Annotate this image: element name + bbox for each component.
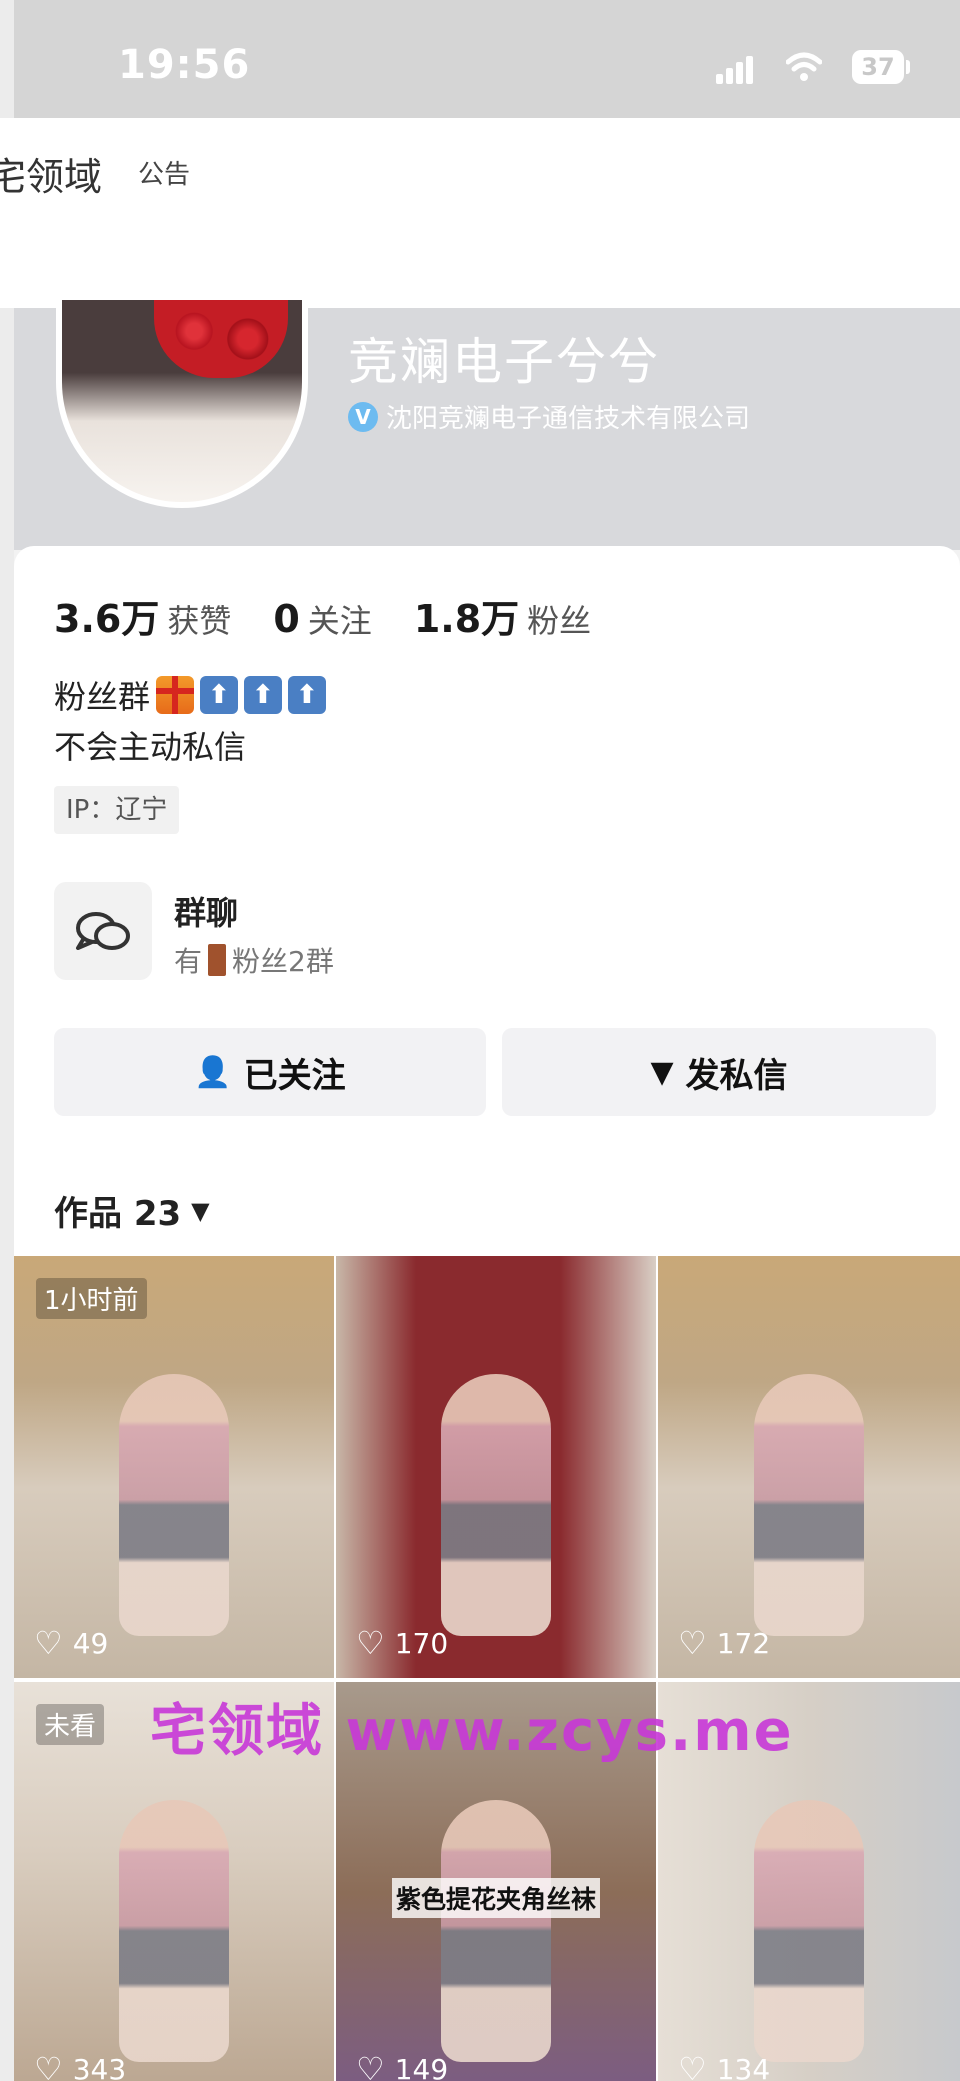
works-tab[interactable]: 作品 23 ▼ [54,1186,210,1235]
following-label: 关注 [307,602,372,640]
top-bar [0,118,960,308]
gift-icon [156,676,195,714]
profile-name: 竞斓电子兮兮 [348,333,660,391]
left-edge [0,0,14,2081]
like-value: 149 [394,2052,449,2081]
signal-icon [716,54,754,84]
group-prefix: 有 [174,945,203,978]
company-name[interactable]: 沈阳竞斓电子通信技术有限公司 [386,398,750,435]
stats-row: 3.6万 获赞 0 关注 1.8万 粉丝 [54,588,633,643]
tile-figure [754,1374,864,1636]
status-time: 19:56 [118,42,251,88]
bio-line-2: 不会主动私信 [54,728,247,766]
like-value: 134 [716,2052,771,2081]
message-button[interactable]: ▼ 发私信 [502,1028,936,1116]
fans-group-text: 粉丝群 [54,678,151,716]
works-label: 作品 23 [54,1194,182,1234]
tile-caption: 紫色提花夹角丝袜 [391,1878,601,1918]
tile-figure [119,1374,229,1636]
video-grid: 1小时前 ♡ 49 ♡ 170 ♡ 172 未看 ♡ 343 紫色提花夹角丝袜 ♡ 149… [14,1256,960,2081]
tile-figure [754,1800,864,2062]
heart-icon: ♡ [356,2050,385,2081]
ip-location: IP：辽宁 [54,786,180,834]
like-count: ♡ 49 [34,1624,108,1662]
followers-label: 粉丝 [527,602,592,640]
following-count[interactable]: 0 [273,597,299,641]
up-arrow-icon: ⬆ [288,676,327,714]
heart-icon: ♡ [678,2050,707,2081]
followed-button[interactable]: 👤 已关注 [54,1028,486,1116]
like-count: ♡ 343 [34,2050,126,2081]
watermark: 宅领域 www.zcys.me [150,1699,794,1764]
heart-icon: ♡ [34,2050,63,2081]
video-tile[interactable]: ♡ 172 [658,1256,960,1678]
like-count: ♡ 134 [678,2050,770,2081]
likes-label: 获赞 [167,602,232,640]
like-value: 172 [716,1626,771,1660]
chat-bubbles-icon [76,912,130,950]
verification-row: V 沈阳竞斓电子通信技术有限公司 [348,398,750,435]
avatar-roses [154,300,288,378]
tile-tag: 1小时前 [36,1278,147,1319]
site-title[interactable]: 宅领域 [0,146,102,201]
up-arrow-icon: ⬆ [244,676,283,714]
group-name: 粉丝2群 [232,945,334,978]
heart-icon: ♡ [678,1624,707,1662]
group-chat-subtitle: 有 粉丝2群 [174,940,334,980]
video-tile[interactable]: 1小时前 ♡ 49 [14,1256,334,1678]
like-value: 170 [394,1626,449,1660]
video-tile[interactable]: ♡ 170 [336,1256,656,1678]
like-value: 343 [72,2052,127,2081]
followers-count[interactable]: 1.8万 [414,588,519,643]
notice-link[interactable]: 公告 [138,154,190,191]
group-chat-card-icon[interactable] [54,882,152,980]
heart-icon: ♡ [356,1624,385,1662]
door-icon [208,944,227,976]
user-check-icon: 👤 [194,1054,232,1090]
like-value: 49 [72,1626,109,1660]
tile-figure [441,1800,551,2062]
like-count: ♡ 170 [356,1624,448,1662]
tile-tag: 未看 [36,1704,105,1745]
bio-line-1: 粉丝群 ⬆ ⬆ ⬆ [54,672,327,718]
tile-figure [119,1800,229,2062]
wifi-icon [786,52,822,81]
caret-down-icon: ▼ [191,1196,210,1225]
like-count: ♡ 172 [678,1624,770,1662]
tile-figure [441,1374,551,1636]
likes-count[interactable]: 3.6万 [54,588,159,643]
send-icon: ▼ [650,1054,674,1090]
like-count: ♡ 149 [356,2050,448,2081]
up-arrow-icon: ⬆ [200,676,239,714]
heart-icon: ♡ [34,1624,63,1662]
message-label: 发私信 [685,1055,788,1096]
followed-label: 已关注 [243,1055,346,1096]
verified-icon: V [348,401,378,432]
battery-icon: 37 [852,50,904,84]
group-chat-title[interactable]: 群聊 [174,888,238,934]
battery-nub [906,60,910,74]
